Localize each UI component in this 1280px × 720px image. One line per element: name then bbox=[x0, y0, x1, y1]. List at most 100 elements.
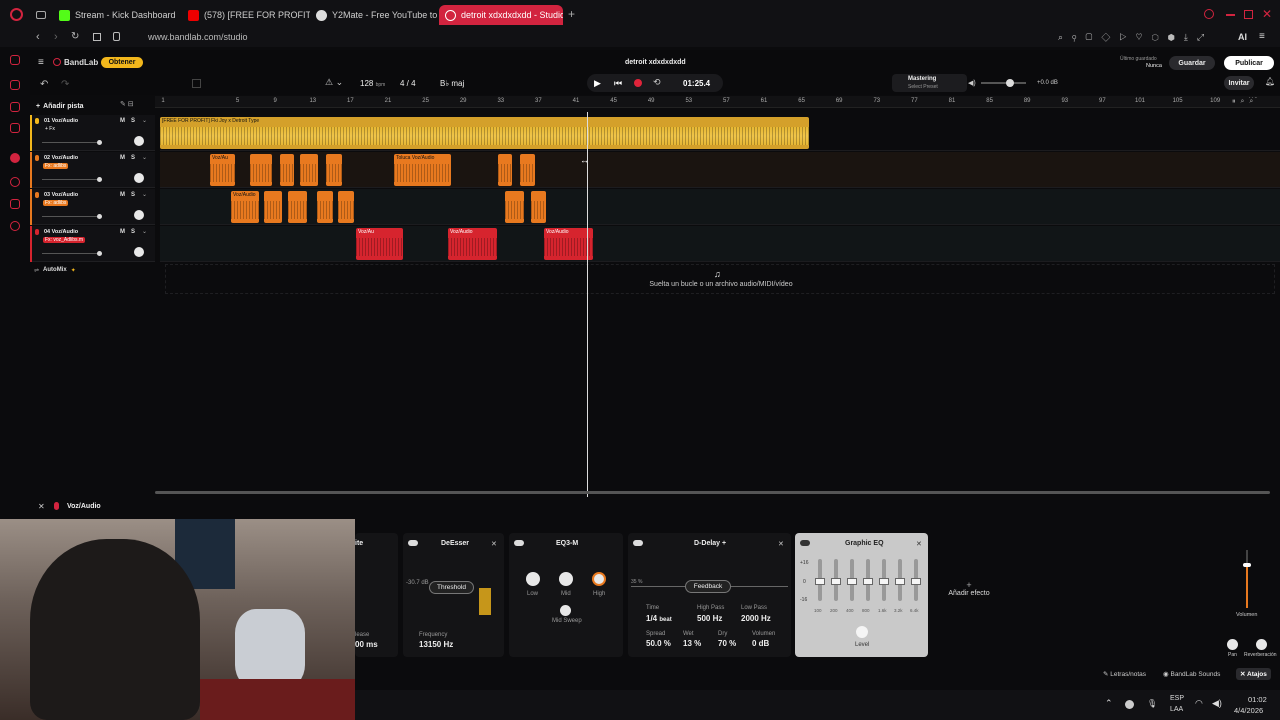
eq3-low-knob[interactable] bbox=[526, 572, 540, 586]
rewind-button[interactable]: ⏮ bbox=[614, 78, 622, 89]
solo-button[interactable]: S bbox=[131, 229, 135, 235]
track-header-4[interactable]: 04 Voz/Audio Fx: voz_Adlibs.m M S ⌄ bbox=[30, 226, 155, 262]
track-name[interactable]: 02 Voz/Audio bbox=[44, 155, 78, 161]
delay-close-icon[interactable]: ✕ bbox=[778, 540, 784, 548]
record-nav-icon[interactable] bbox=[10, 153, 20, 163]
workspaces-icon[interactable] bbox=[36, 11, 46, 19]
track-pan-knob[interactable] bbox=[134, 247, 144, 257]
add-track-button[interactable]: + Añadir pista bbox=[36, 100, 91, 112]
track-volume-slider[interactable] bbox=[42, 177, 102, 182]
track-lane-4[interactable]: Voz/Au Voz/Audio Voz/Audio bbox=[160, 226, 1280, 262]
track-pan-knob[interactable] bbox=[134, 210, 144, 220]
tab-studio[interactable]: detroit xdxdxdxdd - Studio bbox=[439, 5, 563, 25]
play-button[interactable]: ▶ bbox=[594, 78, 601, 89]
clip-t4-c[interactable]: Voz/Audio bbox=[544, 228, 593, 260]
zoom-controls[interactable]: ⏸⌕⌕ bbox=[1232, 98, 1259, 106]
geq-level-knob[interactable] bbox=[856, 626, 868, 638]
geq-close-icon[interactable]: ✕ bbox=[916, 540, 922, 548]
track-header-2[interactable]: 02 Voz/Audio Fx: adlibs M S ⌄ bbox=[30, 152, 155, 188]
delay-power-icon[interactable] bbox=[633, 540, 643, 546]
reload-icon[interactable]: ↻ bbox=[71, 31, 79, 42]
shortcuts-button[interactable]: ✕ Atajos bbox=[1236, 668, 1271, 680]
tab-y2mate[interactable]: Y2Mate - Free YouTube to bbox=[310, 5, 438, 25]
clip-t3-f[interactable] bbox=[505, 191, 524, 223]
mute-button[interactable]: M bbox=[120, 118, 125, 124]
clip-t2-b[interactable] bbox=[250, 154, 272, 186]
messages-nav-icon[interactable] bbox=[10, 102, 20, 112]
clip-t3-d[interactable] bbox=[317, 191, 333, 223]
url-text[interactable]: www.bandlab.com/studio bbox=[148, 32, 248, 42]
track-fx-badge[interactable]: Fx: adlibs bbox=[43, 163, 69, 169]
reader-icon[interactable] bbox=[93, 33, 101, 41]
tray-app-icon[interactable] bbox=[1125, 700, 1134, 709]
solo-button[interactable]: S bbox=[131, 118, 135, 124]
track-volume-handle[interactable] bbox=[97, 177, 102, 182]
track-fx-badge[interactable]: Fx: voz_Adlibs.m bbox=[43, 237, 86, 243]
deesser-close-icon[interactable]: ✕ bbox=[491, 540, 497, 548]
tray-mic-icon[interactable]: 🎙︎ bbox=[1147, 699, 1157, 708]
hamburger-icon[interactable]: ≡ bbox=[38, 57, 44, 68]
clock-date[interactable]: 4/4/2026 bbox=[1234, 706, 1263, 715]
geq-power-icon[interactable] bbox=[800, 540, 810, 546]
track-menu-chevron-icon[interactable]: ⌄ bbox=[142, 117, 147, 124]
feed-nav-icon[interactable] bbox=[10, 80, 20, 90]
track-tools-icons[interactable]: ✎ ⊟ bbox=[120, 100, 134, 108]
track-lane-1[interactable]: [FREE FOR PROFIT] Fki Joy x Detroit Type bbox=[160, 115, 1280, 151]
music-nav-icon[interactable] bbox=[10, 123, 20, 133]
tuner-icon[interactable]: ⚠ ⌄ bbox=[325, 77, 343, 88]
clip-t2-d[interactable] bbox=[300, 154, 318, 186]
opera-logo-icon[interactable] bbox=[10, 8, 23, 21]
mute-button[interactable]: M bbox=[120, 229, 125, 235]
track-name[interactable]: 03 Voz/Audio bbox=[44, 192, 78, 198]
feedback-pill[interactable]: Feedback bbox=[685, 580, 731, 593]
track-volume-slider[interactable] bbox=[42, 214, 102, 219]
clip-t2-a[interactable]: Voz/Au bbox=[210, 154, 235, 186]
bandlab-sounds-button[interactable]: ◉ BandLab Sounds bbox=[1163, 670, 1220, 678]
track-menu-chevron-icon[interactable]: ⌄ bbox=[142, 154, 147, 161]
solo-button[interactable]: S bbox=[131, 192, 135, 198]
track-volume-handle[interactable] bbox=[97, 214, 102, 219]
geq-band-handle[interactable] bbox=[879, 578, 889, 585]
deesser-power-icon[interactable] bbox=[408, 540, 418, 546]
save-button[interactable]: Guardar bbox=[1169, 56, 1215, 70]
clip-t2-f[interactable]: Toluca Voz/Audio bbox=[394, 154, 451, 186]
eq3-high-knob[interactable] bbox=[592, 572, 606, 586]
track-pan-knob[interactable] bbox=[134, 173, 144, 183]
clip-t3-g[interactable] bbox=[531, 191, 546, 223]
undo-icon[interactable]: ↶ bbox=[40, 79, 48, 90]
geq-band-handle[interactable] bbox=[911, 578, 921, 585]
lang-code[interactable]: ESP bbox=[1170, 695, 1184, 702]
redo-icon[interactable]: ↷ bbox=[61, 79, 69, 90]
history-nav-icon[interactable] bbox=[10, 177, 20, 187]
geq-band-handle[interactable] bbox=[815, 578, 825, 585]
clip-t4-a[interactable]: Voz/Au bbox=[356, 228, 403, 260]
clip-t3-e[interactable] bbox=[338, 191, 354, 223]
publish-button[interactable]: Publicar bbox=[1224, 56, 1274, 70]
key-value[interactable]: B♭ maj bbox=[440, 79, 464, 88]
settings-nav-icon[interactable] bbox=[10, 221, 20, 231]
volume-icon[interactable]: ◀) bbox=[1212, 698, 1222, 709]
tab-kick[interactable]: Stream - Kick Dashboard bbox=[53, 5, 181, 25]
eq3-sweep-knob[interactable] bbox=[560, 605, 571, 616]
playhead[interactable] bbox=[587, 112, 588, 497]
fx-partial-card[interactable]: ite lease 00 ms bbox=[355, 533, 398, 657]
fx-volume-handle[interactable] bbox=[1243, 563, 1251, 567]
extensions-nav-icon[interactable] bbox=[10, 199, 20, 209]
eq3-power-icon[interactable] bbox=[514, 540, 524, 546]
mute-button[interactable]: M bbox=[120, 192, 125, 198]
close-fx-panel-icon[interactable]: ✕ bbox=[38, 502, 45, 511]
fx-delay-card[interactable]: D-Delay + ✕ 35 % Feedback Time 1/4 beat … bbox=[628, 533, 791, 657]
mute-button[interactable]: M bbox=[120, 155, 125, 161]
fx-deesser-card[interactable]: DeEsser ✕ -30.7 dB Threshold Frequency 1… bbox=[403, 533, 504, 657]
bandlab-logo[interactable] bbox=[53, 58, 61, 66]
new-tab-button[interactable]: + bbox=[568, 7, 575, 21]
track-header-1[interactable]: 01 Voz/Audio + Fx M S ⌄ bbox=[30, 115, 155, 151]
add-effect-button[interactable]: + Añadir efecto bbox=[938, 580, 1000, 604]
fx-volume-fader[interactable] bbox=[1243, 550, 1251, 608]
clock-time[interactable]: 01:02 bbox=[1248, 695, 1267, 704]
record-button[interactable] bbox=[634, 79, 642, 87]
lyrics-button[interactable]: ✎ Letras/notas bbox=[1103, 670, 1146, 678]
bandlab-nav-icon[interactable] bbox=[10, 55, 20, 65]
geq-band-handle[interactable] bbox=[831, 578, 841, 585]
drop-zone[interactable]: ♫ Suelta un bucle o un archivo audio/MID… bbox=[165, 264, 1275, 294]
